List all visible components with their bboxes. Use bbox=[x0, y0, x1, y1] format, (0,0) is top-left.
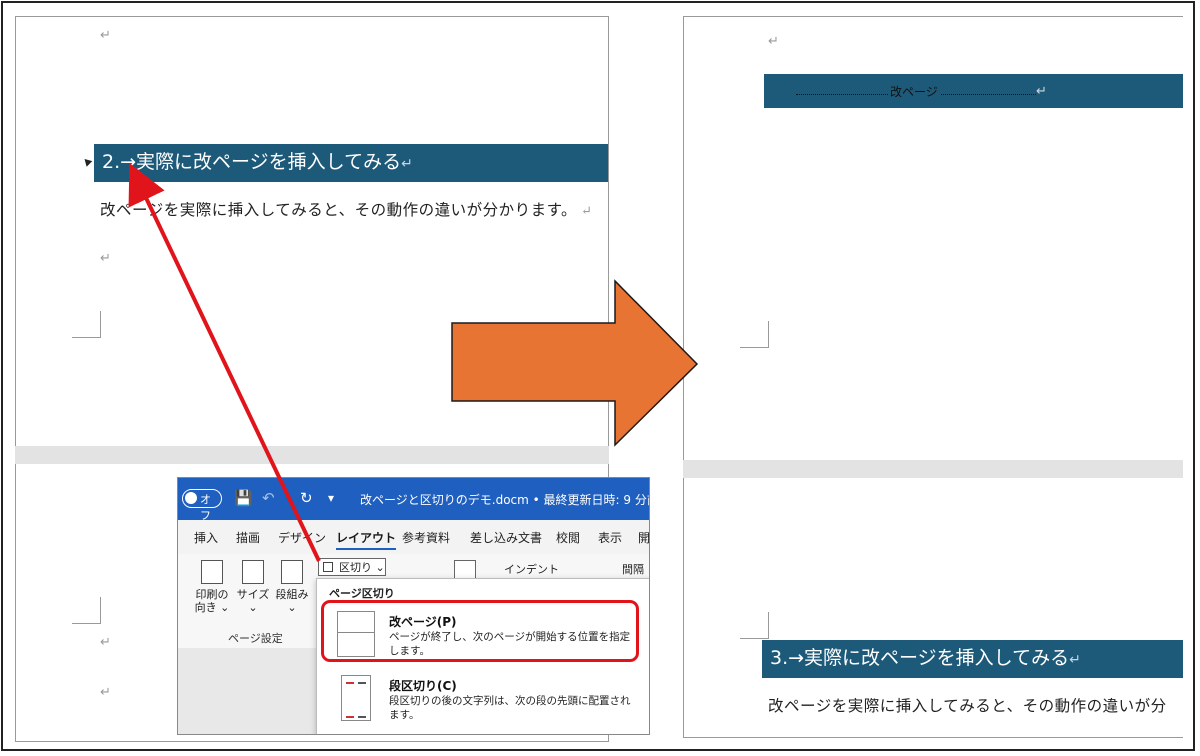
red-arrow-icon bbox=[128, 162, 321, 562]
red-pointer-arrow bbox=[128, 162, 321, 562]
screenshot-frame: ↵ 2.→実際に改ページを挿入してみる↵ 改ページを実際に挿入してみると、その動… bbox=[1, 1, 1195, 751]
